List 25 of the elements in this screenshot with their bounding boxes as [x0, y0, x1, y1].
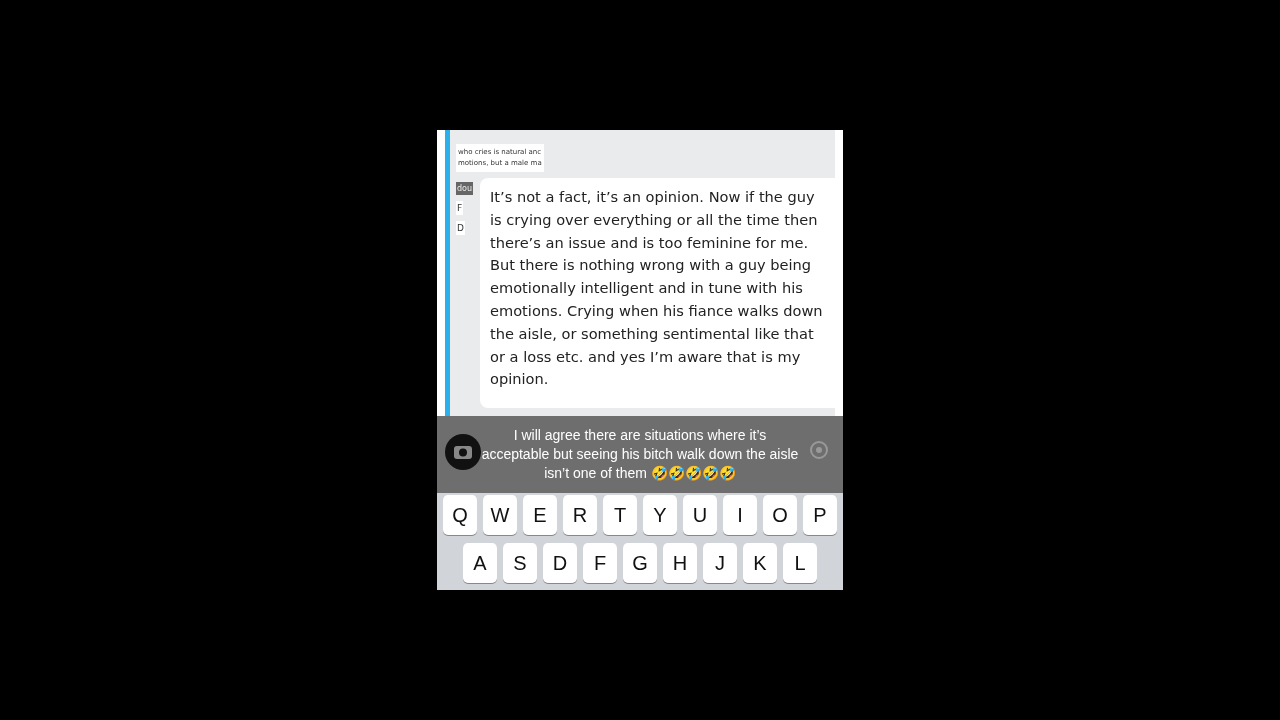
keyboard-key[interactable]: A [463, 543, 497, 583]
keyboard-key[interactable]: W [483, 495, 517, 535]
keyboard-key[interactable]: U [683, 495, 717, 535]
keyboard-key[interactable]: D [543, 543, 577, 583]
fragment-letter: F [456, 201, 464, 215]
keyboard-key[interactable]: E [523, 495, 557, 535]
keyboard-key[interactable]: G [623, 543, 657, 583]
caption-text: I will agree there are situations where it’s acceptable but seeing his bitch walk down the aisle isn’t one of them 🤣🤣🤣🤣🤣 [481, 426, 799, 483]
keyboard-key[interactable]: L [783, 543, 817, 583]
fragment-label: dou [456, 182, 474, 195]
keyboard-key[interactable]: Y [643, 495, 677, 535]
keyboard-key[interactable]: R [563, 495, 597, 535]
keyboard-key[interactable]: O [763, 495, 797, 535]
reply-message: It’s not a fact, it’s an opinion. Now if the guy is crying over everything or all the time then there’s an issue and is too feminine for me. But there is nothing wrong with a guy being emotionally intelligent and in tune with his emotions. Crying when his fiance walks down the aisle, or something sentimental like that or a loss etc. and yes I’m aware that is my opinion. [480, 178, 835, 408]
keyboard-key[interactable]: K [743, 543, 777, 583]
camera-icon[interactable] [445, 434, 481, 470]
keyboard-key[interactable]: F [583, 543, 617, 583]
keyboard-key[interactable]: T [603, 495, 637, 535]
keyboard-key[interactable]: I [723, 495, 757, 535]
keyboard-key[interactable]: S [503, 543, 537, 583]
keyboard-key[interactable]: H [663, 543, 697, 583]
keyboard-key[interactable]: J [703, 543, 737, 583]
keyboard-key[interactable]: Q [443, 495, 477, 535]
keyboard-key[interactable]: P [803, 495, 837, 535]
fragment-letter: D [456, 221, 465, 235]
